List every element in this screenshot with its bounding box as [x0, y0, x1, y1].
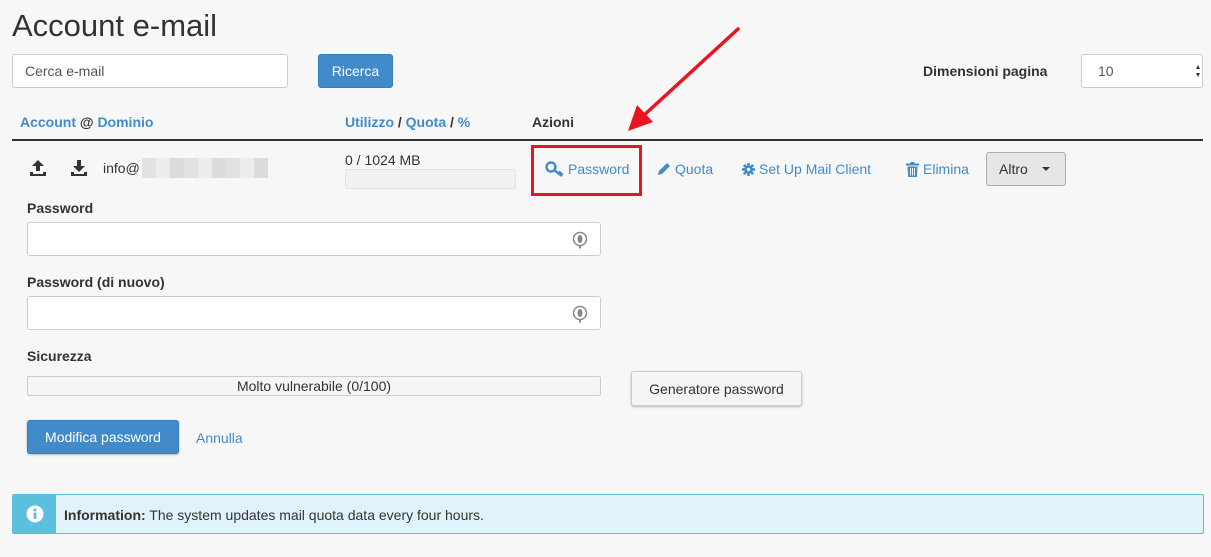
search-input[interactable]	[12, 54, 288, 88]
password-again-input[interactable]	[28, 297, 600, 329]
download-icon[interactable]	[69, 158, 89, 178]
page-size-label: Dimensioni pagina	[923, 63, 1048, 79]
trash-icon	[906, 161, 919, 177]
password-input[interactable]	[28, 223, 600, 255]
header-at-sign: @	[79, 114, 94, 130]
page-title: Account e-mail	[12, 8, 218, 43]
info-alert: Information: The system updates mail quo…	[12, 494, 1204, 534]
upload-icon[interactable]	[28, 158, 48, 178]
header-separator: /	[450, 114, 454, 130]
info-icon	[26, 505, 43, 523]
column-header-account: Account @ Dominio	[20, 114, 153, 130]
password-label: Password	[27, 200, 94, 216]
column-header-actions: Azioni	[532, 114, 574, 130]
info-label: Information:	[64, 507, 146, 523]
more-actions-label: Altro	[999, 161, 1028, 177]
password-again-label: Password (di nuovo)	[27, 274, 165, 290]
quota-action-label: Quota	[675, 161, 714, 177]
column-header-usage: Utilizzo / Quota / %	[345, 114, 470, 130]
password-strength-meter: Molto vulnerabile (0/100)	[27, 376, 601, 396]
redacted-domain	[142, 158, 268, 178]
delete-action-label: Elimina	[923, 161, 969, 177]
select-arrows-icon	[1196, 63, 1200, 79]
delete-account-link[interactable]: Elimina	[906, 161, 969, 177]
password-generator-button[interactable]: Generatore password	[631, 371, 802, 406]
more-actions-dropdown[interactable]: Altro	[986, 152, 1066, 186]
sort-percent-link[interactable]: %	[458, 114, 470, 130]
info-icon-panel	[13, 495, 56, 533]
setup-mail-client-link[interactable]: Set Up Mail Client	[742, 161, 871, 177]
quota-link[interactable]: Quota	[657, 161, 713, 177]
email-accounts-page: Account e-mail Ricerca Dimensioni pagina…	[0, 0, 1211, 557]
password-field	[27, 222, 601, 256]
usage-progress-bar	[345, 169, 516, 189]
strength-text: Molto vulnerabile (0/100)	[236, 378, 392, 394]
gear-icon	[742, 162, 755, 176]
header-separator: /	[397, 114, 402, 130]
caret-down-icon	[1041, 167, 1050, 171]
search-button[interactable]: Ricerca	[318, 54, 393, 88]
setup-action-label: Set Up Mail Client	[759, 161, 872, 177]
password-again-field	[27, 296, 601, 330]
page-size-select[interactable]: 10	[1081, 54, 1203, 88]
highlight-box	[531, 145, 642, 196]
show-password-icon[interactable]	[572, 305, 588, 323]
usage-text: 0 / 1024 MB	[345, 152, 421, 168]
sort-account-link[interactable]: Account	[20, 114, 76, 130]
page-size-value: 10	[1098, 63, 1114, 79]
sort-usage-link[interactable]: Utilizzo	[345, 114, 394, 130]
sort-domain-link[interactable]: Dominio	[97, 114, 153, 130]
annotation-arrow	[628, 27, 740, 131]
show-password-icon[interactable]	[572, 231, 588, 249]
table-header-divider	[12, 139, 1203, 141]
cancel-link[interactable]: Annulla	[196, 430, 243, 446]
security-label: Sicurezza	[27, 348, 92, 364]
email-account-name: info@	[103, 160, 140, 176]
info-text: The system updates mail quota data every…	[149, 507, 484, 523]
sort-quota-link[interactable]: Quota	[406, 114, 446, 130]
info-message: Information: The system updates mail quo…	[64, 507, 484, 523]
pencil-icon	[658, 163, 670, 175]
change-password-button[interactable]: Modifica password	[27, 420, 179, 454]
